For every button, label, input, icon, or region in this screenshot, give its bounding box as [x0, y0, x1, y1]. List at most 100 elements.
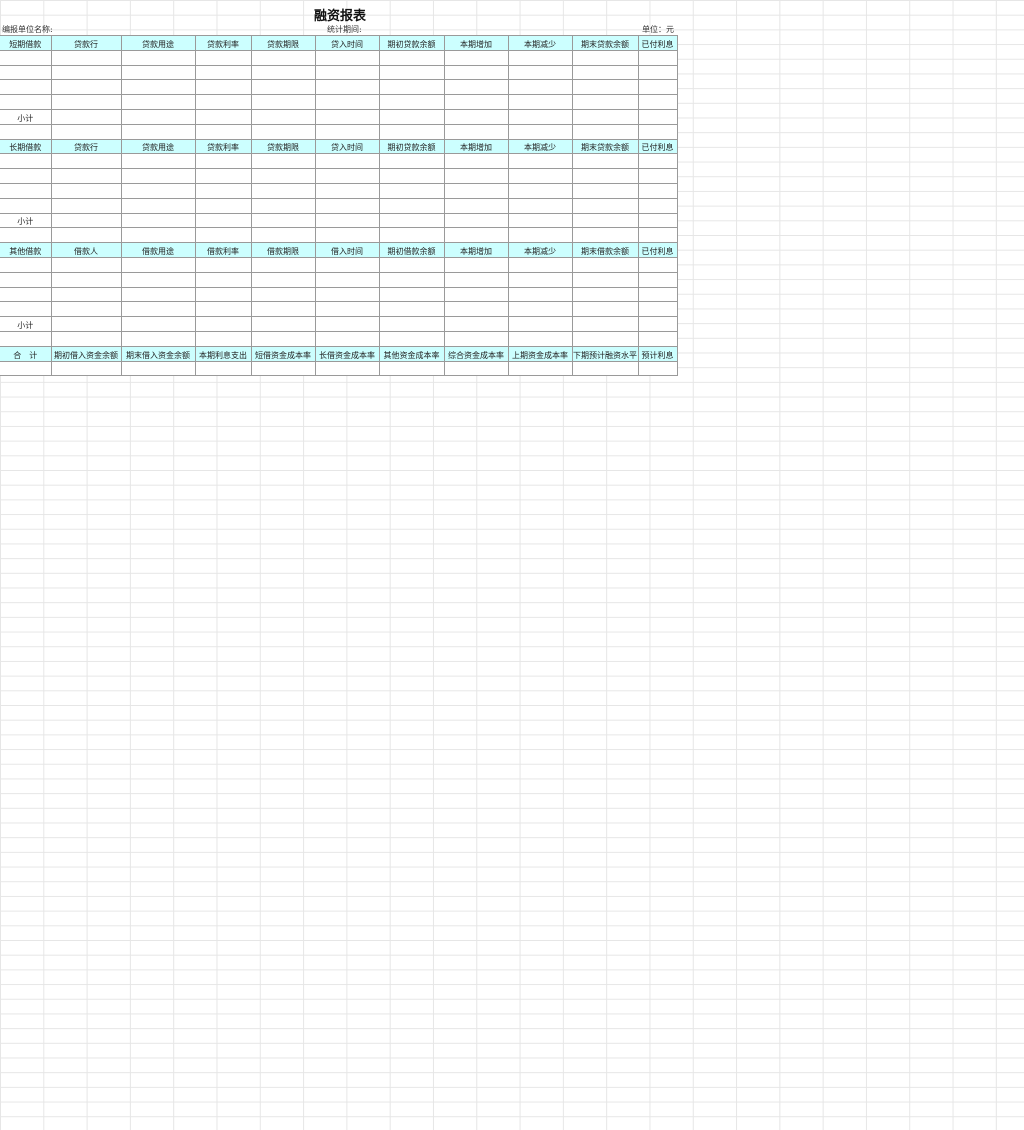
header-cell[interactable]: 借款利率: [194, 242, 252, 258]
table-cell[interactable]: [120, 256, 196, 273]
table-cell[interactable]: [378, 94, 445, 110]
table-cell[interactable]: [194, 256, 252, 273]
header-cell[interactable]: 上期资金成本率: [507, 345, 573, 362]
table-cell[interactable]: [571, 227, 639, 244]
header-cell[interactable]: 预计利息: [637, 345, 678, 362]
table-cell[interactable]: [571, 153, 639, 170]
header-cell[interactable]: 贷款利率: [194, 138, 252, 155]
header-cell[interactable]: 贷款用途: [120, 138, 196, 155]
table-cell[interactable]: [571, 197, 639, 214]
table-cell[interactable]: [50, 271, 122, 288]
table-cell[interactable]: [378, 168, 445, 184]
table-cell[interactable]: [507, 227, 573, 244]
table-cell[interactable]: [507, 197, 573, 214]
table-cell[interactable]: [194, 64, 252, 81]
table-cell[interactable]: [250, 330, 316, 347]
table-cell[interactable]: [571, 286, 639, 303]
table-cell[interactable]: [507, 301, 573, 318]
header-cell[interactable]: 本期减少: [507, 138, 573, 155]
table-cell[interactable]: [0, 153, 52, 170]
table-cell[interactable]: [378, 79, 445, 96]
header-cell[interactable]: 长期借款: [0, 138, 52, 155]
table-cell[interactable]: [378, 360, 445, 377]
table-cell[interactable]: [314, 49, 380, 66]
table-cell[interactable]: [0, 301, 52, 318]
table-cell[interactable]: [50, 64, 122, 81]
table-cell[interactable]: [50, 286, 122, 303]
table-cell[interactable]: [194, 301, 252, 318]
table-cell[interactable]: [637, 94, 678, 110]
table-cell[interactable]: [314, 301, 380, 318]
table-cell[interactable]: [250, 286, 316, 303]
table-cell[interactable]: [120, 123, 196, 140]
table-cell[interactable]: [507, 153, 573, 170]
table-cell[interactable]: [637, 330, 678, 347]
table-cell[interactable]: [571, 212, 639, 229]
header-cell[interactable]: 贷款利率: [194, 35, 252, 51]
table-cell[interactable]: [50, 79, 122, 96]
table-cell[interactable]: [250, 64, 316, 81]
table-cell[interactable]: [637, 182, 678, 199]
table-cell[interactable]: [507, 316, 573, 332]
table-cell[interactable]: [507, 286, 573, 303]
table-cell[interactable]: [50, 301, 122, 318]
table-cell[interactable]: [194, 49, 252, 66]
table-cell[interactable]: [314, 168, 380, 184]
table-cell[interactable]: [250, 153, 316, 170]
table-cell[interactable]: [443, 256, 509, 273]
table-cell[interactable]: [637, 301, 678, 318]
table-cell[interactable]: [443, 197, 509, 214]
table-cell[interactable]: [571, 256, 639, 273]
table-cell[interactable]: [50, 153, 122, 170]
table-cell[interactable]: [443, 123, 509, 140]
table-cell[interactable]: [314, 197, 380, 214]
table-cell[interactable]: [378, 182, 445, 199]
table-cell[interactable]: [378, 153, 445, 170]
table-cell[interactable]: [571, 330, 639, 347]
table-cell[interactable]: [637, 168, 678, 184]
table-cell[interactable]: [378, 64, 445, 81]
table-cell[interactable]: [194, 79, 252, 96]
header-cell[interactable]: 期初借入资金余额: [50, 345, 122, 362]
table-cell[interactable]: [194, 286, 252, 303]
table-cell[interactable]: [250, 271, 316, 288]
header-cell[interactable]: 贷款期限: [250, 35, 316, 51]
table-cell[interactable]: [571, 182, 639, 199]
table-cell[interactable]: [0, 330, 52, 347]
table-cell[interactable]: [0, 123, 52, 140]
table-cell[interactable]: [443, 108, 509, 125]
table-cell[interactable]: [0, 197, 52, 214]
table-cell[interactable]: [443, 330, 509, 347]
header-cell[interactable]: 合 计: [0, 345, 52, 362]
table-cell[interactable]: [637, 316, 678, 332]
table-cell[interactable]: [571, 271, 639, 288]
table-cell[interactable]: [378, 227, 445, 244]
header-cell[interactable]: 借款人: [50, 242, 122, 258]
table-cell[interactable]: [314, 108, 380, 125]
header-cell[interactable]: 短借资金成本率: [250, 345, 316, 362]
table-cell[interactable]: [250, 79, 316, 96]
table-cell[interactable]: [637, 256, 678, 273]
table-cell[interactable]: [120, 316, 196, 332]
header-cell[interactable]: 期末借入资金余额: [120, 345, 196, 362]
table-cell[interactable]: [637, 197, 678, 214]
table-cell[interactable]: [250, 108, 316, 125]
table-cell[interactable]: [637, 212, 678, 229]
table-cell[interactable]: [314, 227, 380, 244]
header-cell[interactable]: 借款用途: [120, 242, 196, 258]
table-cell[interactable]: [507, 182, 573, 199]
table-cell[interactable]: [571, 49, 639, 66]
table-cell[interactable]: [637, 360, 678, 377]
table-cell[interactable]: [637, 286, 678, 303]
table-cell[interactable]: [250, 256, 316, 273]
table-cell[interactable]: [0, 79, 52, 96]
header-cell[interactable]: 贷款行: [50, 138, 122, 155]
table-cell[interactable]: [571, 64, 639, 81]
table-cell[interactable]: [314, 330, 380, 347]
table-cell[interactable]: [250, 168, 316, 184]
table-cell[interactable]: [443, 79, 509, 96]
table-cell[interactable]: [250, 94, 316, 110]
table-cell[interactable]: [50, 227, 122, 244]
table-cell[interactable]: [120, 197, 196, 214]
table-cell[interactable]: [0, 49, 52, 66]
